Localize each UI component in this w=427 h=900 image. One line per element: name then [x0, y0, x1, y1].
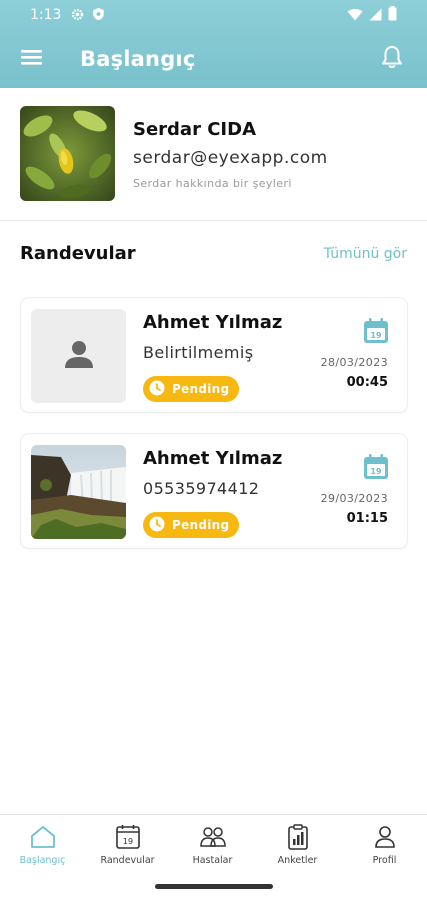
see-all-link[interactable]: Tümünü gör	[324, 246, 407, 262]
profile-name: Serdar CIDA	[133, 119, 257, 140]
svg-text:19: 19	[370, 467, 382, 476]
nav-item-profile[interactable]: Profil	[342, 823, 427, 879]
clock-icon	[149, 380, 165, 399]
page-title: Başlangıç	[80, 47, 196, 71]
appointment-time: 01:15	[346, 511, 388, 526]
patient-name: Ahmet Yılmaz	[143, 312, 283, 333]
appointments-section-title: Randevular	[20, 243, 136, 264]
status-label: Pending	[172, 518, 230, 532]
profile-card[interactable]: Serdar CIDA serdar@eyexapp.com Serdar ha…	[0, 88, 427, 221]
nav-label: Randevular	[100, 855, 155, 866]
shield-icon	[92, 6, 105, 25]
notifications-button[interactable]	[377, 44, 407, 74]
nav-item-home[interactable]: Başlangıç	[0, 823, 85, 879]
patient-detail: Belirtilmemiş	[143, 343, 254, 362]
home-indicator	[155, 884, 273, 889]
status-time: 1:13	[30, 7, 62, 23]
svg-text:19: 19	[370, 331, 382, 340]
nav-label: Anketler	[277, 855, 318, 866]
status-bar: 1:13	[0, 0, 427, 30]
signal-icon	[369, 6, 382, 25]
app-bar: Başlangıç	[0, 30, 427, 88]
appointment-date: 29/03/2023	[320, 492, 388, 505]
wifi-icon	[347, 6, 363, 25]
menu-icon	[21, 48, 43, 70]
clock-icon	[149, 516, 165, 535]
nav-label: Profil	[372, 855, 397, 866]
bell-icon	[380, 44, 404, 74]
appointment-date: 28/03/2023	[320, 356, 388, 369]
profile-bio: Serdar hakkında bir şeyleri	[133, 177, 292, 190]
nav-label: Hastalar	[192, 855, 233, 866]
status-badge: Pending	[143, 512, 239, 538]
menu-button[interactable]	[20, 47, 44, 71]
gear-icon	[71, 6, 84, 25]
profile-email: serdar@eyexapp.com	[133, 148, 328, 168]
profile-icon	[371, 823, 399, 851]
home-icon	[29, 823, 57, 851]
appointment-card[interactable]: Ahmet Yılmaz Belirtilmemiş Pending 19 28…	[20, 297, 408, 413]
patient-phone: 05535974412	[143, 479, 260, 498]
survey-chart-icon	[284, 823, 312, 851]
nav-item-surveys[interactable]: Anketler	[255, 823, 340, 879]
appointment-thumbnail	[31, 445, 126, 539]
calendar-icon: 19	[363, 318, 389, 344]
calendar-icon: 19	[114, 823, 142, 851]
patient-name: Ahmet Yılmaz	[143, 448, 283, 469]
person-placeholder-icon	[62, 337, 96, 375]
app-header: 1:13 Başlangıç	[0, 0, 427, 88]
nav-label: Başlangıç	[19, 855, 66, 866]
battery-icon	[388, 5, 397, 25]
nav-item-patients[interactable]: Hastalar	[170, 823, 255, 879]
appointment-time: 00:45	[346, 375, 388, 390]
status-badge: Pending	[143, 376, 239, 402]
avatar	[20, 106, 115, 201]
status-label: Pending	[172, 382, 230, 396]
patients-icon	[199, 823, 227, 851]
appointment-card[interactable]: Ahmet Yılmaz 05535974412 Pending 19 29/0…	[20, 433, 408, 549]
appointment-thumbnail	[31, 309, 126, 403]
calendar-icon: 19	[363, 454, 389, 480]
nav-item-appointments[interactable]: 19 Randevular	[85, 823, 170, 879]
svg-text:19: 19	[122, 837, 132, 846]
